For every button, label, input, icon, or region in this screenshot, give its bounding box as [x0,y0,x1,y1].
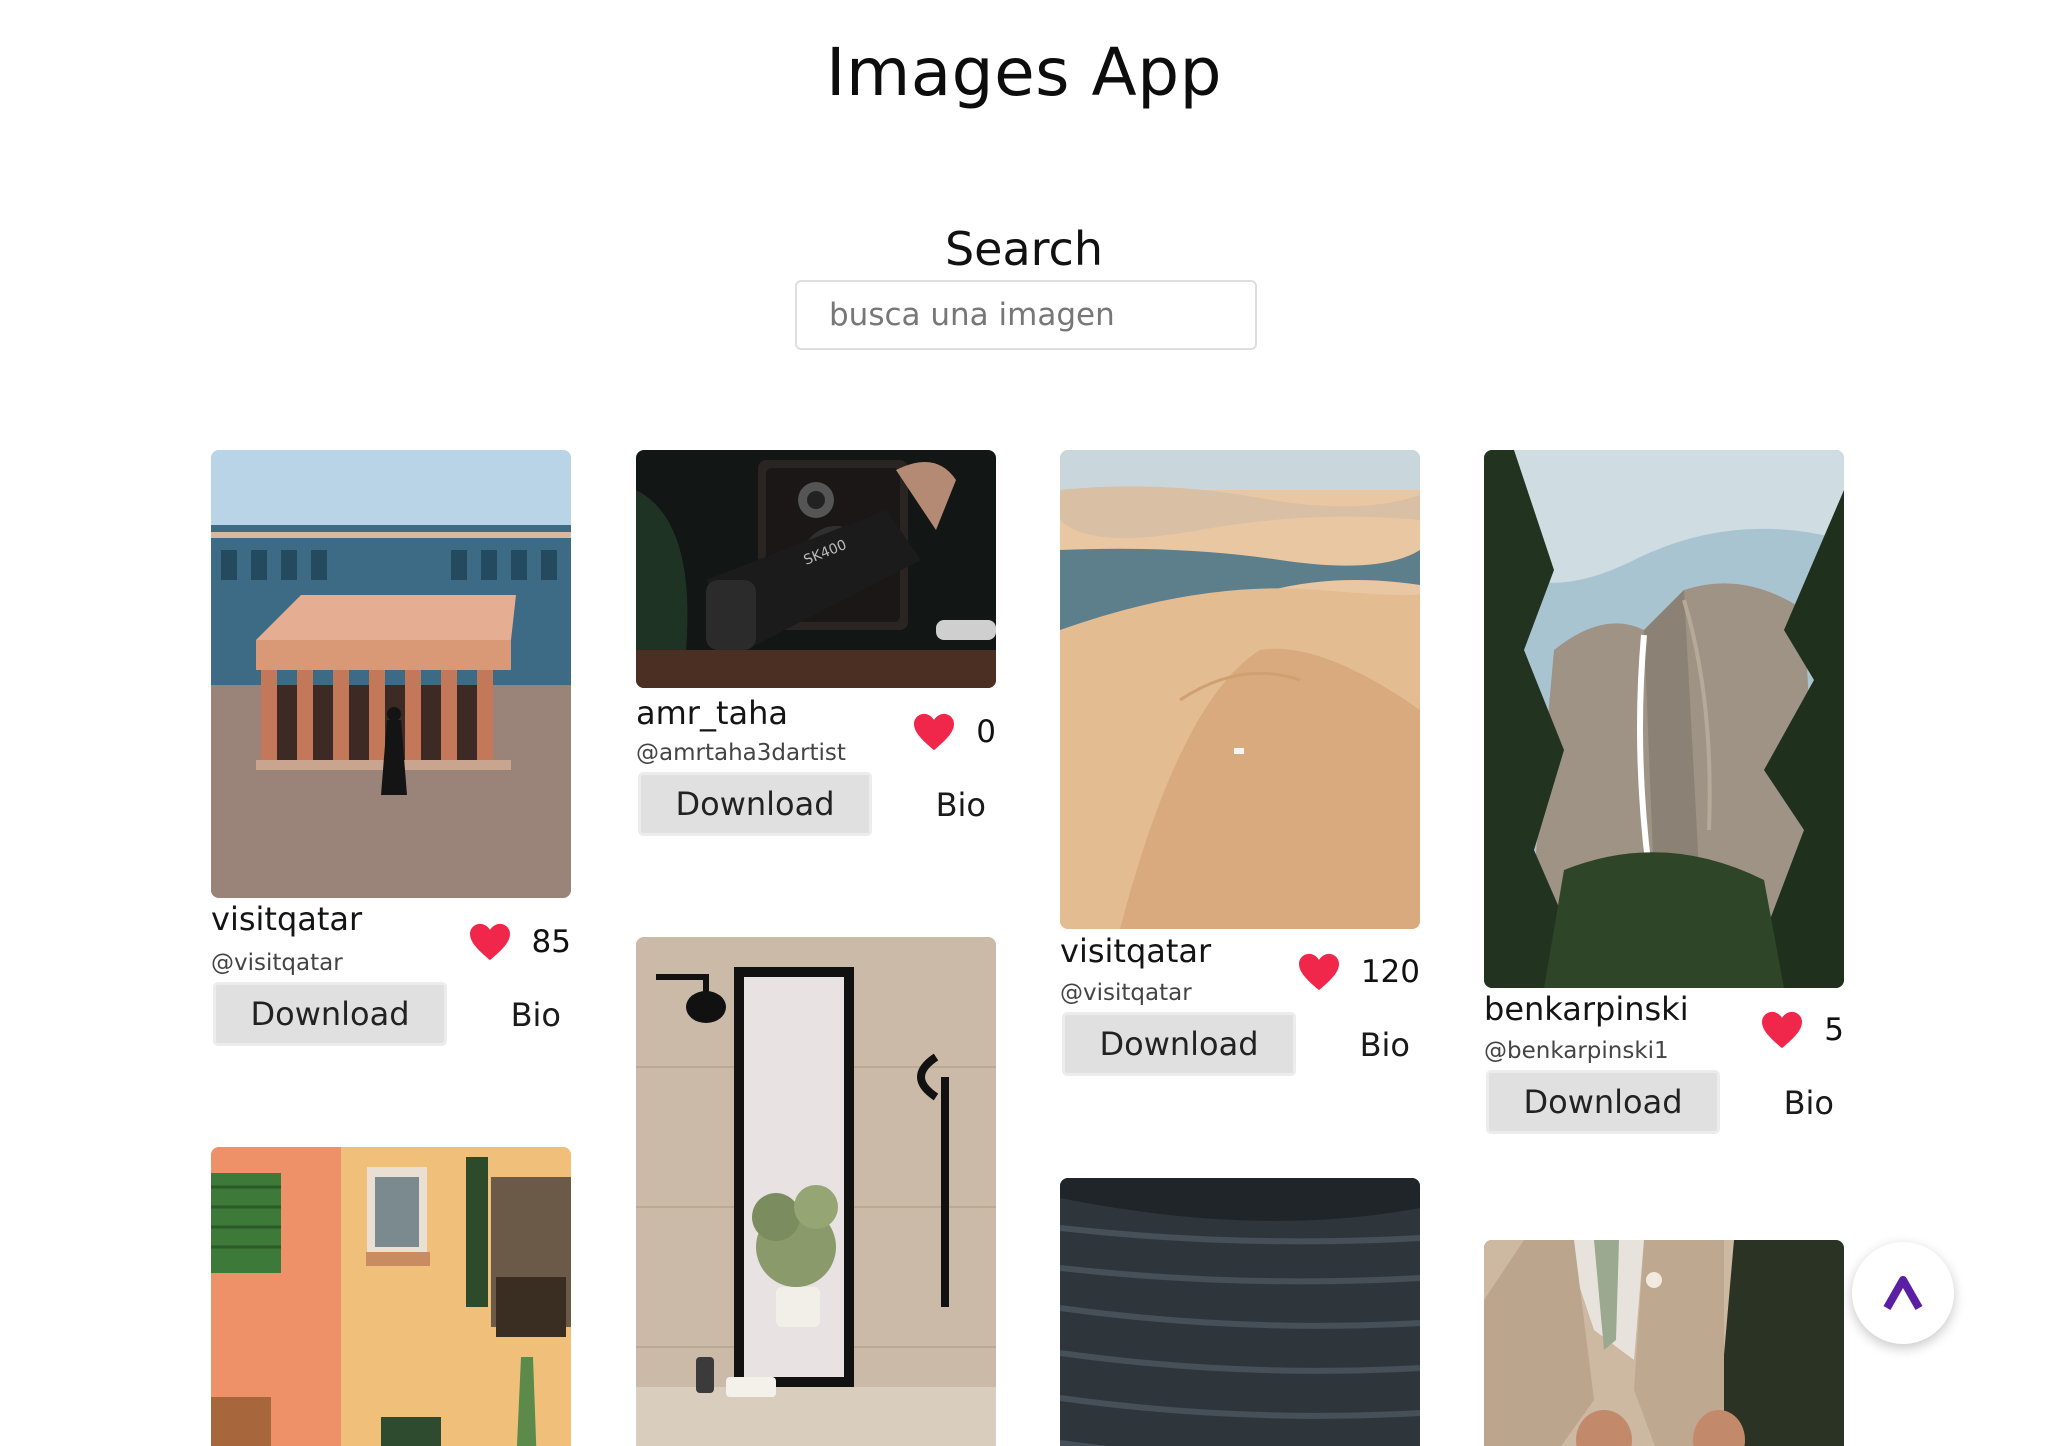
like-count: 0 [976,714,996,750]
heart-icon[interactable] [468,922,512,962]
user-name: visitqatar [1060,932,1212,970]
photo-bathroom-image [636,937,996,1446]
chevron-up-icon [1883,1276,1923,1310]
image-photo[interactable] [1060,1178,1420,1446]
page-title: Images App [825,34,1222,111]
image-card [1060,1178,1420,1446]
image-card: visitqatar @visitqatar 120 Download Bio [1060,450,1420,1090]
bio-link[interactable]: Bio [1784,1084,1834,1122]
image-photo[interactable] [1060,450,1420,929]
image-card [636,937,996,1446]
like-count: 85 [531,924,571,960]
user-handle: @benkarpinski1 [1484,1038,1669,1064]
download-button[interactable]: Download [1062,1012,1296,1076]
search-input[interactable] [795,280,1257,350]
image-photo[interactable] [1484,1240,1844,1446]
image-photo[interactable] [636,937,996,1446]
photo-waterfall-image [1484,450,1844,988]
like-count: 120 [1360,954,1420,990]
image-photo[interactable] [211,1147,571,1446]
user-name: visitqatar [211,900,363,938]
likes: 0 [912,712,996,752]
scroll-top-button[interactable] [1852,1242,1954,1344]
heart-icon[interactable] [1760,1010,1804,1050]
user-handle: @amrtaha3dartist [636,740,846,766]
like-count: 5 [1824,1012,1844,1048]
heart-icon[interactable] [1297,952,1341,992]
download-button[interactable]: Download [638,772,872,836]
photo-pavilion-image [211,450,571,898]
user-name: amr_taha [636,694,788,732]
likes: 5 [1760,1010,1844,1050]
photo-desert-image [1060,450,1420,929]
likes: 85 [468,922,571,962]
image-card: visitqatar @visitqatar 85 Download Bio [211,450,571,1050]
photo-suit-image [1484,1240,1844,1446]
bio-link[interactable]: Bio [511,996,561,1034]
bio-link[interactable]: Bio [936,786,986,824]
image-card: SK400 amr_taha @amrtaha3dartist 0 Downlo… [636,450,996,850]
user-name: benkarpinski [1484,990,1689,1028]
photo-building-facade-image [211,1147,571,1446]
photo-dark-roof-image [1060,1178,1420,1446]
image-photo[interactable] [1484,450,1844,988]
likes: 120 [1297,952,1420,992]
user-handle: @visitqatar [211,950,343,976]
photo-studio-flash-image: SK400 [636,450,996,688]
image-card: benkarpinski @benkarpinski1 5 Download B… [1484,450,1844,1150]
user-handle: @visitqatar [1060,980,1192,1006]
image-photo[interactable] [211,450,571,898]
images-app: Images App Search busca una imagen visit… [0,0,2048,1446]
bio-link[interactable]: Bio [1360,1026,1410,1064]
image-photo[interactable]: SK400 [636,450,996,688]
image-card [1484,1240,1844,1446]
download-button[interactable]: Download [1486,1070,1720,1134]
search-label: Search [944,222,1104,276]
download-button[interactable]: Download [213,982,447,1046]
heart-icon[interactable] [912,712,956,752]
image-card [211,1147,571,1446]
